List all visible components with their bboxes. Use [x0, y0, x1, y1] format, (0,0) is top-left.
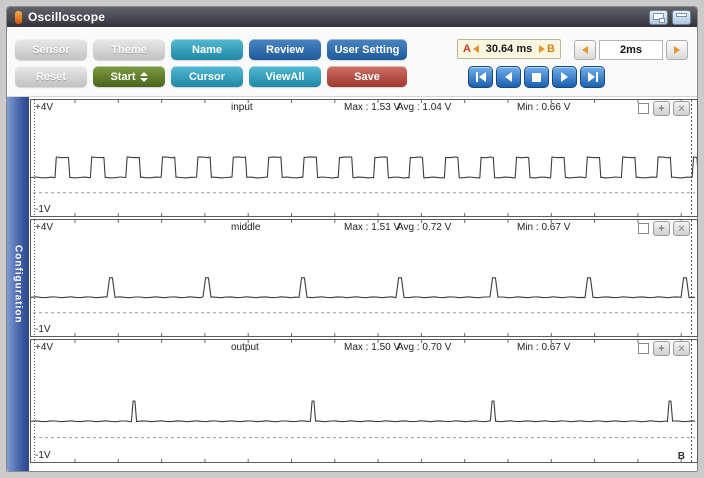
- channel-name: middle: [231, 222, 260, 233]
- range-bottom-label: -1V: [35, 204, 51, 215]
- range-top-label: +4V: [35, 342, 53, 353]
- range-top-label: +4V: [35, 102, 53, 113]
- stop-button[interactable]: [524, 66, 549, 88]
- skip-to-start-button[interactable]: [468, 66, 493, 88]
- channel-panel-output: +4V -1V output Max : 1.50 V Avg : 0.70 V…: [30, 339, 698, 463]
- start-button-label: Start: [110, 71, 135, 83]
- configuration-tab[interactable]: Configuration: [7, 97, 29, 471]
- zoom-in-button[interactable]: +: [653, 221, 670, 236]
- desktop-background: Oscilloscope Sensor Theme Name Review Us…: [0, 0, 704, 478]
- cursor-button[interactable]: Cursor: [171, 66, 243, 87]
- min-stat: Min : 0.66 V: [517, 102, 570, 113]
- spinner-arrows-icon: [140, 72, 148, 82]
- zoom-in-button[interactable]: +: [653, 341, 670, 356]
- close-channel-button[interactable]: ×: [673, 101, 690, 116]
- max-stat: Max : 1.51 V: [344, 222, 400, 233]
- channel-panel-middle: +4V -1V middle Max : 1.51 V Avg : 0.72 V…: [30, 219, 698, 337]
- viewall-button[interactable]: ViewAll: [249, 66, 321, 87]
- configuration-tab-label: Configuration: [13, 245, 24, 324]
- toolbar: Sensor Theme Name Review User Setting Re…: [7, 27, 697, 97]
- waveform-plot-output: [31, 340, 697, 462]
- sensor-button[interactable]: Sensor: [15, 39, 87, 60]
- min-stat: Min : 0.67 V: [517, 222, 570, 233]
- max-stat: Max : 1.53 V: [344, 102, 400, 113]
- timebase-decrease-button[interactable]: [574, 40, 596, 60]
- new-window-icon[interactable]: [649, 10, 668, 25]
- ab-time-value: 30.64 ms: [486, 43, 532, 55]
- range-bottom-label: -1V: [35, 450, 51, 461]
- step-back-button[interactable]: [496, 66, 521, 88]
- channel-name: output: [231, 342, 259, 353]
- theme-button[interactable]: Theme: [93, 39, 165, 60]
- playback-controls: [468, 66, 605, 88]
- right-arrow-icon: [674, 46, 680, 54]
- review-button[interactable]: Review: [249, 39, 321, 60]
- name-button[interactable]: Name: [171, 39, 243, 60]
- max-stat: Max : 1.50 V: [344, 342, 400, 353]
- layout-icon[interactable]: [672, 10, 691, 25]
- cursor-b-marker: B: [539, 43, 555, 55]
- channel-checkbox[interactable]: [638, 343, 649, 354]
- cursor-a-marker: A: [463, 43, 479, 55]
- avg-stat: Avg : 0.70 V: [397, 342, 451, 353]
- skip-to-end-button[interactable]: [580, 66, 605, 88]
- channel-checkbox[interactable]: [638, 223, 649, 234]
- close-channel-button[interactable]: ×: [673, 341, 690, 356]
- timebase-increase-button[interactable]: [666, 40, 688, 60]
- waveform-plot-middle: [31, 220, 697, 336]
- range-bottom-label: -1V: [35, 324, 51, 335]
- step-forward-button[interactable]: [552, 66, 577, 88]
- reset-button[interactable]: Reset: [15, 66, 87, 87]
- ab-time-readout: A 30.64 ms B: [457, 39, 561, 59]
- oscilloscope-app-icon: [15, 11, 22, 24]
- range-top-label: +4V: [35, 222, 53, 233]
- cursor-b-label: B: [678, 451, 685, 462]
- close-channel-button[interactable]: ×: [673, 221, 690, 236]
- channel-name: input: [231, 102, 253, 113]
- waveform-plot-input: [31, 100, 697, 216]
- b-right-triangle-icon: [539, 45, 545, 53]
- user-setting-button[interactable]: User Setting: [327, 39, 407, 60]
- timebase-value: 2ms: [599, 40, 663, 60]
- left-arrow-icon: [582, 46, 588, 54]
- save-button[interactable]: Save: [327, 66, 407, 87]
- oscilloscope-window: Oscilloscope Sensor Theme Name Review Us…: [6, 6, 698, 472]
- main-area: Configuration +4V -1V input Max : 1.53 V…: [7, 97, 697, 471]
- channel-checkbox[interactable]: [638, 103, 649, 114]
- zoom-in-button[interactable]: +: [653, 101, 670, 116]
- start-button[interactable]: Start: [93, 66, 165, 87]
- avg-stat: Avg : 1.04 V: [397, 102, 451, 113]
- channel-panel-input: +4V -1V input Max : 1.53 V Avg : 1.04 V …: [30, 99, 698, 217]
- channel-panels: +4V -1V input Max : 1.53 V Avg : 1.04 V …: [30, 99, 696, 465]
- avg-stat: Avg : 0.72 V: [397, 222, 451, 233]
- window-title: Oscilloscope: [28, 10, 645, 24]
- a-left-triangle-icon: [473, 45, 479, 53]
- min-stat: Min : 0.67 V: [517, 342, 570, 353]
- title-bar[interactable]: Oscilloscope: [7, 7, 697, 27]
